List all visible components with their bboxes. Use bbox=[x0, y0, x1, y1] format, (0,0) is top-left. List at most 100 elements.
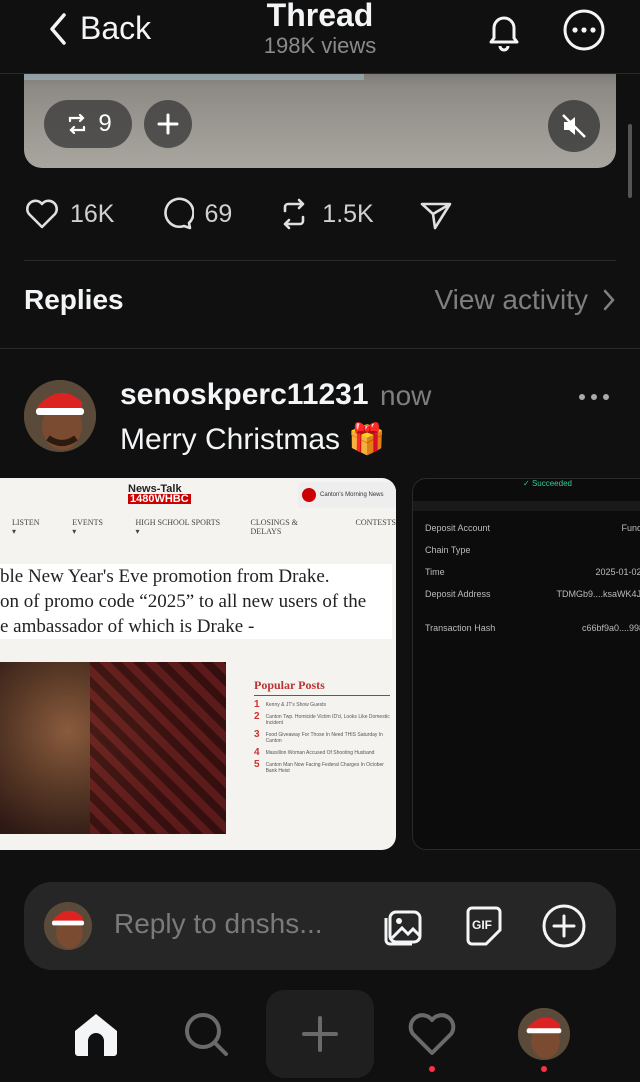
popular-text: Kenny & JT's Show Guests bbox=[265, 702, 326, 708]
repost-count: 1.5K bbox=[322, 199, 374, 228]
detail-key: Chain Type bbox=[425, 545, 471, 555]
add-button[interactable] bbox=[144, 100, 192, 148]
more-icon[interactable] bbox=[576, 392, 612, 402]
share-button[interactable] bbox=[418, 196, 454, 232]
search-icon bbox=[185, 1013, 228, 1056]
popular-text: Food Giveaway For Those In Need THIS Sat… bbox=[265, 732, 383, 744]
image-icon[interactable] bbox=[380, 902, 428, 950]
avatar-image bbox=[44, 902, 92, 950]
popular-text: Massillon Woman Accused Of Shooting Husb… bbox=[265, 750, 375, 756]
detail-row: Deposit Account Fundin bbox=[425, 523, 640, 533]
avatar[interactable] bbox=[24, 380, 96, 452]
article-headline: ble New Year's Eve promotion from Drake.… bbox=[0, 564, 392, 639]
like-count: 16K bbox=[70, 199, 115, 228]
popular-item: 5 Canton Man Now Facing Federal Charges I… bbox=[254, 759, 390, 775]
scrollbar[interactable] bbox=[628, 124, 632, 198]
gif-icon[interactable]: GIF bbox=[460, 902, 508, 950]
divider bbox=[24, 260, 616, 261]
detail-value: c66bf9a0....9980 bbox=[581, 623, 640, 633]
detail-key: Deposit Account bbox=[425, 523, 491, 533]
svg-text:GIF: GIF bbox=[472, 918, 492, 932]
popular-number: 3 bbox=[254, 729, 260, 740]
reply-image-transaction[interactable]: ✓ Succeeded Deposit Account Fundin Chain … bbox=[412, 478, 640, 850]
plus-icon bbox=[302, 1016, 338, 1052]
speaker-muted-icon bbox=[562, 114, 586, 138]
more-options-icon[interactable] bbox=[562, 8, 606, 52]
reply-message: Merry Christmas bbox=[120, 422, 341, 456]
repost-icon bbox=[283, 198, 305, 230]
header-strip bbox=[413, 501, 640, 511]
view-activity-link[interactable]: View activity bbox=[434, 284, 616, 316]
reply-image-news[interactable]: News-Talk 1480WHBC Canton's Morning News… bbox=[0, 478, 396, 850]
detail-row: Chain Type bbox=[425, 545, 640, 555]
detail-key: Time bbox=[425, 567, 445, 577]
heart-icon bbox=[26, 199, 58, 229]
radio-label: Canton's Morning News bbox=[320, 492, 384, 498]
detail-row: Time 2025-01-02 0 bbox=[425, 567, 640, 577]
top-bar: Back Thread 198K views bbox=[0, 0, 640, 74]
status-text: Succeeded bbox=[531, 479, 572, 488]
popular-posts: Popular Posts 1 Kenny & JT's Show Guests … bbox=[254, 678, 390, 774]
detail-key: Deposit Address bbox=[425, 589, 491, 599]
comment-button[interactable]: 69 bbox=[158, 196, 232, 232]
popular-title: Popular Posts bbox=[254, 678, 390, 696]
radio-badge: Canton's Morning News bbox=[298, 482, 396, 508]
popular-number: 1 bbox=[254, 699, 260, 710]
reply-composer: Reply to dnshs... GIF bbox=[24, 882, 616, 970]
tab-profile[interactable] bbox=[518, 1008, 570, 1060]
reply-input[interactable]: Reply to dnshs... bbox=[114, 908, 323, 940]
notification-dot bbox=[541, 1066, 547, 1072]
view-count: 198K views bbox=[263, 33, 377, 58]
site-nav-item: EVENTS ▾ bbox=[72, 518, 103, 536]
send-icon bbox=[420, 202, 452, 230]
add-circle-icon[interactable] bbox=[540, 902, 588, 950]
title-block: Thread 198K views bbox=[0, 0, 640, 58]
popular-item: 3 Food Giveaway For Those In Need THIS Sa… bbox=[254, 729, 390, 745]
detail-key: Transaction Hash bbox=[425, 623, 496, 633]
popular-number: 5 bbox=[254, 759, 260, 770]
tab-create[interactable] bbox=[266, 990, 374, 1078]
reply-username[interactable]: senoskperc11231 bbox=[120, 378, 369, 412]
site-nav: LISTEN ▾ EVENTS ▾ HIGH SCHOOL SPORTS ▾ C… bbox=[0, 518, 396, 536]
site-nav-item: HIGH SCHOOL SPORTS ▾ bbox=[135, 518, 221, 536]
tab-search[interactable] bbox=[180, 1008, 232, 1060]
headline-line: ble New Year's Eve promotion from Drake. bbox=[0, 566, 330, 587]
repost-button[interactable]: 1.5K bbox=[276, 196, 374, 232]
crowd-background bbox=[90, 662, 226, 834]
replies-header: Replies View activity bbox=[24, 284, 616, 316]
popular-item: 1 Kenny & JT's Show Guests bbox=[254, 699, 390, 710]
detail-value: Fundin bbox=[621, 523, 640, 533]
bell-icon[interactable] bbox=[482, 8, 526, 52]
view-activity-label: View activity bbox=[434, 284, 588, 315]
popular-text: Canton Twp. Homicide Victim ID'd, Looks … bbox=[265, 714, 390, 726]
repost-count: 9 bbox=[98, 110, 112, 137]
detail-row: Transaction Hash c66bf9a0....9980 bbox=[425, 623, 640, 633]
home-icon bbox=[75, 1014, 117, 1056]
article-photo bbox=[0, 662, 226, 834]
station-logo: News-Talk 1480WHBC bbox=[128, 484, 191, 505]
detail-value: TDMGb9....ksaWK4Jrn bbox=[556, 589, 640, 599]
reply-time: now bbox=[380, 380, 432, 411]
popular-item: 4 Massillon Woman Accused Of Shooting Hus… bbox=[254, 747, 390, 758]
tab-home[interactable] bbox=[70, 1008, 122, 1060]
replies-title: Replies bbox=[24, 284, 124, 315]
popular-item: 2 Canton Twp. Homicide Victim ID'd, Looks… bbox=[254, 712, 390, 727]
heart-icon bbox=[408, 1013, 456, 1055]
popular-text: Canton Man Now Facing Federal Charges In… bbox=[265, 762, 384, 774]
tab-activity[interactable] bbox=[406, 1008, 458, 1060]
mute-button[interactable] bbox=[548, 100, 600, 152]
site-nav-item: CONTESTS bbox=[355, 518, 396, 527]
page-title: Thread bbox=[266, 0, 374, 33]
repost-count-pill[interactable]: 9 bbox=[44, 100, 132, 148]
popular-number: 4 bbox=[254, 747, 260, 758]
bottom-tab-bar bbox=[0, 986, 640, 1082]
logo-bottom: 1480WHBC bbox=[128, 493, 191, 505]
notification-dot bbox=[429, 1066, 435, 1072]
like-button[interactable]: 16K bbox=[24, 196, 114, 232]
comment-icon bbox=[164, 197, 195, 230]
gift-emoji: 🎁 bbox=[348, 423, 386, 456]
detail-value: 2025-01-02 0 bbox=[595, 567, 640, 577]
video-player[interactable]: 9 bbox=[24, 60, 616, 168]
plus-icon bbox=[157, 113, 179, 135]
avatar bbox=[44, 902, 92, 950]
